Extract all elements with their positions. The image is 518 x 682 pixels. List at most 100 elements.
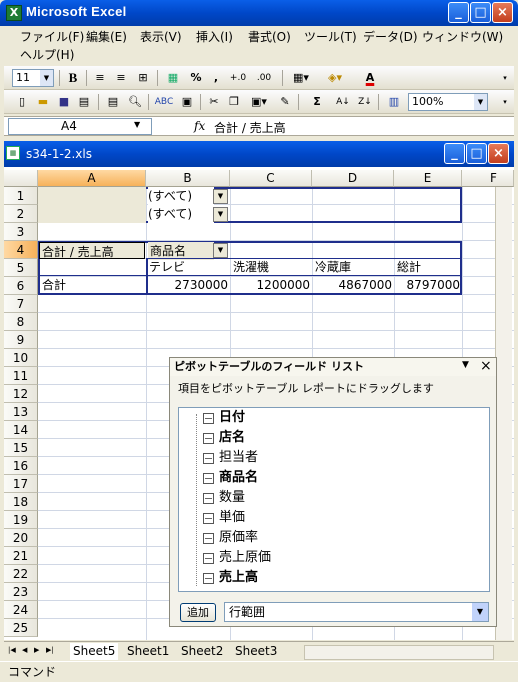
copy-icon[interactable]: ❐	[226, 93, 242, 111]
select-all-corner[interactable]	[4, 170, 38, 187]
row-header[interactable]: 25	[4, 619, 38, 637]
menu-help[interactable]: ヘルプ(H)	[20, 46, 74, 63]
increase-decimal-button[interactable]: +.0	[226, 69, 250, 87]
row-header[interactable]: 18	[4, 493, 38, 511]
format-painter-icon[interactable]: ✎	[276, 93, 294, 111]
field-checkbox[interactable]	[203, 473, 214, 484]
column-header-c[interactable]: C	[230, 170, 312, 187]
row-header[interactable]: 9	[4, 331, 38, 349]
sort-ascending-icon[interactable]: A↓	[334, 93, 352, 111]
spelling-icon[interactable]: ABC	[154, 93, 174, 111]
font-color-button[interactable]: A	[356, 69, 384, 87]
toolbar-options-icon[interactable]: ▾	[500, 93, 510, 111]
chevron-down-icon[interactable]: ▼	[474, 94, 487, 110]
chevron-down-icon[interactable]: ▼	[472, 603, 488, 621]
bold-button[interactable]: B	[64, 69, 82, 87]
research-icon[interactable]: ▣	[178, 93, 196, 111]
menu-file[interactable]: ファイル(F)	[20, 28, 84, 45]
align-left-icon[interactable]: ≡	[91, 69, 109, 87]
total-value[interactable]: 8797000	[396, 276, 460, 294]
total-value[interactable]: 1200000	[232, 276, 310, 294]
cut-icon[interactable]: ✂	[206, 93, 222, 111]
total-value[interactable]: 4867000	[314, 276, 392, 294]
menu-format[interactable]: 書式(O)	[248, 28, 291, 45]
merge-center-icon[interactable]: ⊞	[134, 69, 152, 87]
row-header[interactable]: 15	[4, 439, 38, 457]
row-header[interactable]: 13	[4, 403, 38, 421]
print-preview-icon[interactable]: 🔍︎	[126, 93, 144, 111]
minimize-button[interactable]: _	[448, 2, 469, 23]
panel-menu-icon[interactable]: ▼	[462, 360, 469, 370]
sheet-tab-sheet5[interactable]: Sheet5	[70, 643, 119, 660]
row-header[interactable]: 2	[4, 205, 38, 223]
close-button[interactable]: ×	[492, 2, 513, 23]
open-icon[interactable]: ▬	[34, 93, 52, 111]
menu-window[interactable]: ウィンドウ(W)	[422, 28, 503, 45]
dropdown-arrow-icon[interactable]: ▼	[213, 207, 228, 222]
row-header[interactable]: 5	[4, 259, 38, 277]
field-checkbox[interactable]	[203, 413, 214, 424]
chart-wizard-icon[interactable]: ▥	[384, 93, 404, 111]
insert-function-button[interactable]: fx	[194, 119, 205, 133]
dropdown-arrow-icon[interactable]: ▼	[213, 243, 228, 258]
field-checkbox[interactable]	[203, 493, 214, 504]
workbook-title-bar[interactable]: ▦ s34-1-2.xls _ □ ×	[4, 141, 514, 167]
field-list-box[interactable]: 日付 店名 担当者 商品名 数量 単価 原価率 売上原価 売上高	[178, 407, 490, 592]
column-header-b[interactable]: B	[146, 170, 230, 187]
column-item[interactable]: 洗濯機	[233, 258, 311, 276]
panel-close-icon[interactable]: ×	[480, 358, 492, 374]
autosum-button[interactable]: Σ	[304, 93, 330, 111]
wb-minimize-button[interactable]: _	[444, 143, 465, 164]
first-sheet-icon[interactable]: |◀	[8, 646, 16, 654]
row-header[interactable]: 23	[4, 583, 38, 601]
row-header[interactable]: 7	[4, 295, 38, 313]
currency-icon[interactable]: ▦	[164, 69, 182, 87]
page-field-value[interactable]: (すべて)	[148, 187, 214, 205]
column-item[interactable]: 冷蔵庫	[315, 258, 393, 276]
row-header[interactable]: 16	[4, 457, 38, 475]
page-field-value[interactable]: (すべて)	[148, 205, 214, 223]
fill-color-icon[interactable]: ◈▾	[320, 69, 350, 87]
row-header[interactable]: 3	[4, 223, 38, 241]
menu-insert[interactable]: 挿入(I)	[196, 28, 233, 45]
wb-close-button[interactable]: ×	[488, 143, 509, 164]
sheet-tab-sheet3[interactable]: Sheet3	[232, 643, 280, 660]
column-header-d[interactable]: D	[312, 170, 394, 187]
decrease-decimal-button[interactable]: .00	[252, 69, 276, 87]
menu-data[interactable]: データ(D)	[363, 28, 418, 45]
row-header[interactable]: 6	[4, 277, 38, 295]
save-icon[interactable]: ■	[56, 93, 72, 111]
data-field-button[interactable]: 合計 / 売上高	[39, 242, 145, 259]
row-header[interactable]: 22	[4, 565, 38, 583]
column-item[interactable]: 総計	[397, 258, 461, 276]
toolbar-options-icon[interactable]: ▾	[500, 69, 510, 87]
row-header[interactable]: 10	[4, 349, 38, 367]
sheet-tab-sheet1[interactable]: Sheet1	[124, 643, 172, 660]
row-header[interactable]: 1	[4, 187, 38, 205]
permission-icon[interactable]: ▤	[76, 93, 92, 111]
app-title-bar[interactable]: X Microsoft Excel _ □ ×	[0, 0, 518, 26]
row-header[interactable]: 19	[4, 511, 38, 529]
field-checkbox[interactable]	[203, 453, 214, 464]
row-header[interactable]: 17	[4, 475, 38, 493]
zoom-combo[interactable]: 100% ▼	[408, 93, 488, 111]
comma-button[interactable]: ,	[209, 69, 223, 87]
add-to-button[interactable]: 追加	[180, 603, 216, 622]
row-header[interactable]: 20	[4, 529, 38, 547]
vertical-scrollbar[interactable]	[495, 187, 512, 640]
field-checkbox[interactable]	[203, 553, 214, 564]
column-item[interactable]: テレビ	[149, 258, 229, 276]
column-header-e[interactable]: E	[394, 170, 462, 187]
field-checkbox[interactable]	[203, 513, 214, 524]
dropdown-arrow-icon[interactable]: ▼	[213, 189, 228, 204]
prev-sheet-icon[interactable]: ◀	[22, 646, 27, 654]
last-sheet-icon[interactable]: ▶|	[46, 646, 54, 654]
paste-icon[interactable]: ▣▾	[246, 93, 272, 111]
font-size-combo[interactable]: 11 ▼	[12, 69, 54, 87]
maximize-button[interactable]: □	[470, 2, 491, 23]
row-header[interactable]: 4	[4, 241, 38, 259]
field-checkbox[interactable]	[203, 433, 214, 444]
percent-button[interactable]: %	[188, 69, 204, 87]
pivot-field-list-panel[interactable]: ピボットテーブルのフィールド リスト ▼ × 項目をピボットテーブル レポートに…	[169, 357, 497, 627]
menu-tools[interactable]: ツール(T)	[304, 28, 357, 45]
